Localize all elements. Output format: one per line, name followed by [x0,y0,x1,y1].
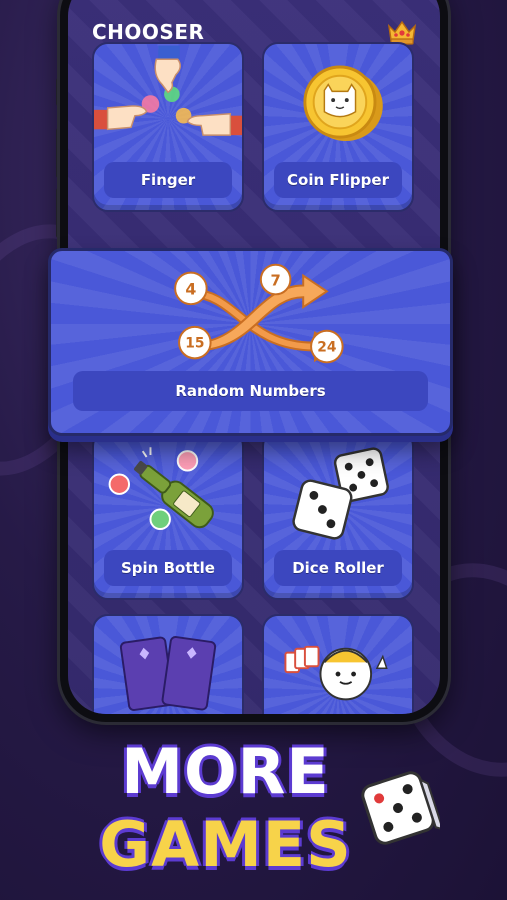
tile-spin-bottle[interactable]: Spin Bottle [92,430,244,600]
number-bubble: 4 [174,271,208,306]
number-4: 4 [185,279,196,298]
dice-icon [292,447,389,540]
number-bubble: 24 [310,329,344,364]
tile-dice-roller[interactable]: Dice Roller [262,430,414,600]
number-24: 24 [317,339,336,355]
number-bubble: 7 [259,263,292,296]
bottle-icon [108,447,214,530]
number-bubble: 15 [178,325,212,360]
tile-label: Finger [104,162,232,198]
tile-finger[interactable]: Finger [92,42,244,212]
tile-label: Coin Flipper [274,162,402,198]
mascot-icon [284,645,388,701]
featured-label: Random Numbers [73,371,428,411]
number-15: 15 [185,336,204,352]
tile-tarot-cards[interactable] [92,614,244,714]
featured-random-numbers-card[interactable]: 4 7 15 24 Random Numbers [48,248,453,436]
tile-label: Spin Bottle [104,550,232,586]
promo-dice-icon [361,771,440,845]
tile-mascot[interactable] [262,614,414,714]
number-7: 7 [270,272,280,289]
app-title: CHOOSER [92,20,205,44]
tile-coin-flipper[interactable]: Coin Flipper [262,42,414,212]
coin-icon [303,65,383,141]
shuffle-arrows-icon: 4 7 15 24 [174,263,344,364]
finger-touch-icon [94,45,242,136]
tarot-cards-icon [119,636,217,711]
tile-label: Dice Roller [274,550,402,586]
